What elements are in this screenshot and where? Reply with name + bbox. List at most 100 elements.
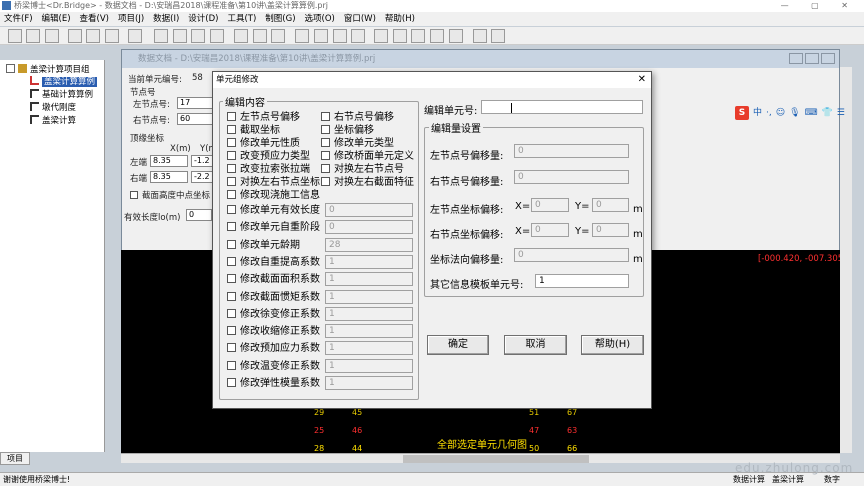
left-x-input[interactable]: 8.35 xyxy=(150,155,188,167)
opt-field-3[interactable]: 修改自重提高系数 xyxy=(227,256,320,269)
help-icon[interactable] xyxy=(472,29,487,43)
menu-view[interactable]: 查看(V) xyxy=(76,14,114,24)
checkbox[interactable] xyxy=(227,125,236,134)
plot-icon[interactable] xyxy=(351,29,366,43)
opt-field-input[interactable]: 1 xyxy=(325,376,413,390)
open-icon[interactable] xyxy=(26,29,41,43)
opt-field-0[interactable]: 修改单元有效长度 xyxy=(227,204,320,217)
opt-cable-tension-end[interactable]: 改变拉索张拉端 xyxy=(227,163,310,176)
skin-icon[interactable]: 👕 xyxy=(822,108,833,118)
checkbox[interactable] xyxy=(321,177,330,186)
checkbox[interactable] xyxy=(321,112,330,121)
opt-elem-property[interactable]: 修改单元性质 xyxy=(227,137,300,150)
opt-field-1[interactable]: 修改单元自重阶段 xyxy=(227,221,320,234)
opt-field-5[interactable]: 修改截面惯矩系数 xyxy=(227,291,320,304)
checkbox[interactable] xyxy=(321,151,330,160)
restore-button[interactable] xyxy=(805,53,819,64)
export-icon[interactable] xyxy=(392,29,407,43)
opt-coord-offset[interactable]: 坐标偏移 xyxy=(321,124,374,137)
left-coord-y-input[interactable]: 0 xyxy=(592,198,629,212)
checkbox[interactable] xyxy=(227,291,236,301)
opt-right-node-offset[interactable]: 右节点号偏移 xyxy=(321,111,394,124)
checkbox[interactable] xyxy=(321,138,330,147)
opt-left-node-offset[interactable]: 左节点号偏移 xyxy=(227,111,300,124)
menu-drawing[interactable]: 制图(G) xyxy=(261,14,300,24)
menu-data[interactable]: 数据(I) xyxy=(149,14,184,24)
sogou-logo-icon[interactable]: S xyxy=(735,106,749,120)
checkbox[interactable] xyxy=(321,164,330,173)
opt-field-input[interactable]: 1 xyxy=(325,341,413,356)
opt-field-input[interactable]: 0 xyxy=(325,203,413,217)
opt-field-input[interactable]: 1 xyxy=(325,358,413,373)
mic-icon[interactable]: 🎙 xyxy=(789,108,800,118)
opt-cast-in-place-info[interactable]: 修改现浇施工信息 xyxy=(227,189,320,202)
checkbox[interactable] xyxy=(227,378,236,387)
context-help-icon[interactable] xyxy=(491,29,506,43)
opt-field-input[interactable]: 1 xyxy=(325,272,413,287)
punct-icon[interactable]: ·, xyxy=(766,108,772,118)
menu-design[interactable]: 设计(D) xyxy=(184,14,223,24)
print-icon[interactable] xyxy=(127,29,142,43)
view-icon[interactable] xyxy=(172,29,187,43)
left-y-input[interactable]: -1.2 xyxy=(191,155,213,167)
checkbox[interactable] xyxy=(227,138,236,147)
opt-field-10[interactable]: 修改弹性模量系数 xyxy=(227,377,320,390)
paste-icon[interactable] xyxy=(86,29,101,43)
normal-offset-input[interactable]: 0 xyxy=(514,248,629,262)
menu-options[interactable]: 选项(O) xyxy=(301,14,340,24)
tree-item-gailiang-example[interactable]: 盖梁计算算例 xyxy=(30,75,98,87)
emoji-icon[interactable]: ☺ xyxy=(776,108,785,118)
opt-prestress-type[interactable]: 改变预应力类型 xyxy=(227,150,310,163)
new-icon[interactable] xyxy=(7,29,22,43)
opt-swap-section[interactable]: 对换左右截面特征 xyxy=(321,176,414,189)
checkbox[interactable] xyxy=(227,205,236,214)
checkbox[interactable] xyxy=(227,274,236,284)
close-button[interactable] xyxy=(821,53,835,64)
opt-field-input[interactable]: 1 xyxy=(325,324,413,339)
close-icon[interactable]: ✕ xyxy=(638,73,646,87)
vertical-scrollbar[interactable] xyxy=(840,67,852,453)
checkbox[interactable] xyxy=(227,360,236,370)
tab-project[interactable]: 项目 xyxy=(0,452,30,465)
left-offset-input[interactable]: 0 xyxy=(514,144,629,158)
opt-deck-elem-def[interactable]: 修改桥面单元定义 xyxy=(321,150,414,163)
effective-length-input[interactable]: 0 xyxy=(186,209,212,221)
section-icon[interactable] xyxy=(295,29,309,43)
checkbox[interactable] xyxy=(227,151,236,160)
node-icon[interactable] xyxy=(271,29,286,43)
data-icon[interactable] xyxy=(153,29,168,43)
cut-icon[interactable] xyxy=(105,29,119,43)
menu-help[interactable]: 帮助(H) xyxy=(381,14,420,24)
section-height-checkbox[interactable]: 截面高度中点坐标 xyxy=(130,189,210,201)
checkbox[interactable] xyxy=(227,326,236,336)
table-icon[interactable] xyxy=(210,29,224,43)
checkbox[interactable] xyxy=(227,190,236,199)
opt-swap-node-coords[interactable]: 对换左右节点坐标 xyxy=(227,176,320,189)
tree-item-gailiang-calc[interactable]: 盖梁计算 xyxy=(30,114,76,126)
ime-toolbar[interactable]: S 中 ·, ☺ 🎙 ⌨ 👕 ☰ xyxy=(735,105,855,121)
right-node-input[interactable]: 60 xyxy=(177,113,213,125)
checkbox[interactable] xyxy=(227,256,236,266)
chart-icon[interactable] xyxy=(332,29,347,43)
menu-icon[interactable]: ☰ xyxy=(837,108,845,118)
checkbox[interactable] xyxy=(227,308,236,318)
menu-edit[interactable]: 编辑(E) xyxy=(38,14,76,24)
right-x-input[interactable]: 8.35 xyxy=(150,171,188,183)
step-icon[interactable] xyxy=(430,29,444,43)
tree-item-foundation-example[interactable]: 基础计算算例 xyxy=(30,88,93,100)
load-icon[interactable] xyxy=(233,29,248,43)
horizontal-scrollbar[interactable] xyxy=(121,453,840,463)
checkbox[interactable] xyxy=(227,177,236,186)
menu-file[interactable]: 文件(F) xyxy=(0,14,38,24)
opt-field-input[interactable]: 1 xyxy=(325,289,413,304)
calc-icon[interactable] xyxy=(313,29,328,43)
cancel-button[interactable]: 取消 xyxy=(504,335,567,355)
checkbox[interactable] xyxy=(227,112,236,121)
tree-item-pier-stiffness[interactable]: 墩代刚度 xyxy=(30,101,76,113)
edit-elem-input[interactable] xyxy=(481,100,643,114)
opt-field-9[interactable]: 修改温变修正系数 xyxy=(227,360,320,373)
filter-icon[interactable] xyxy=(448,29,463,43)
checkbox[interactable] xyxy=(227,343,236,353)
left-node-input[interactable]: 17 xyxy=(177,97,213,109)
right-y-input[interactable]: -2.2 xyxy=(191,171,213,183)
